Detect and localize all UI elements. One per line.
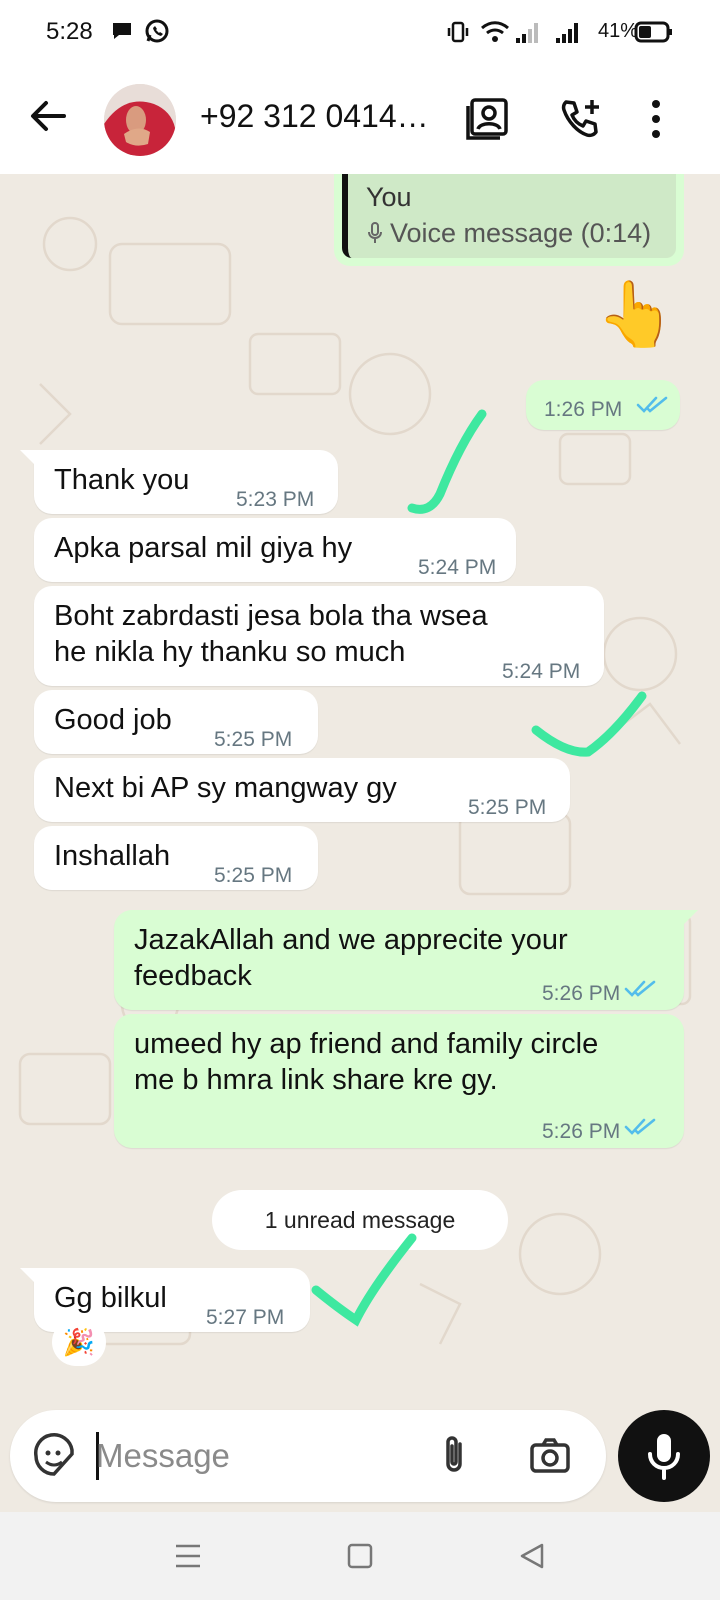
message-time: 5:27 PM	[206, 1306, 285, 1329]
message-in-4[interactable]: Good job 5:25 PM	[34, 690, 318, 754]
attach-icon[interactable]	[430, 1432, 478, 1480]
battery-icon	[634, 21, 672, 43]
message-reaction[interactable]: 🎉	[52, 1318, 106, 1366]
camera-icon[interactable]	[526, 1432, 574, 1480]
system-nav-bar	[0, 1512, 720, 1600]
message-out-timestamp[interactable]: 1:26 PM	[526, 380, 680, 430]
message-text: Next bi AP sy mangway gy	[54, 772, 397, 804]
message-time: 5:26 PM	[542, 982, 621, 1005]
chat-area[interactable]: You Voice message (0:14) 👆 1:26 PM Thank…	[0, 174, 720, 1390]
message-text: Thank you	[54, 464, 190, 496]
message-input[interactable]	[96, 1432, 426, 1480]
message-in-5[interactable]: Next bi AP sy mangway gy 5:25 PM	[34, 758, 570, 822]
message-text-line-1: JazakAllah and we apprecite your	[134, 924, 568, 956]
message-time: 1:26 PM	[544, 398, 623, 421]
more-vert-icon[interactable]	[644, 96, 668, 142]
quoted-message[interactable]: You Voice message (0:14)	[342, 174, 676, 258]
message-text-line-1: Boht zabrdasti jesa bola tha wsea	[54, 600, 488, 632]
signal-icon	[516, 23, 538, 43]
quoted-voice-message: Voice message (0:14)	[366, 218, 651, 249]
check-annotation-icon	[531, 691, 647, 757]
message-in-6[interactable]: Inshallah 5:25 PM	[34, 826, 318, 890]
quoted-body-text: Voice message (0:14)	[390, 218, 652, 248]
message-time: 5:25 PM	[214, 864, 293, 887]
message-text-line-1: umeed hy ap friend and family circle	[134, 1028, 599, 1060]
message-time: 5:24 PM	[418, 556, 497, 579]
add-call-icon[interactable]	[558, 96, 604, 142]
whatsapp-icon	[145, 19, 169, 43]
message-time: 5:25 PM	[214, 728, 293, 751]
wifi-icon	[481, 21, 509, 42]
mic-icon	[648, 1434, 680, 1480]
status-time: 5:28	[46, 18, 93, 45]
check-annotation-icon	[407, 409, 487, 514]
quoted-reply-bubble[interactable]: You Voice message (0:14)	[334, 174, 684, 266]
chat-header: +92 312 0414…	[0, 66, 720, 174]
status-bar: 5:28 41%	[0, 0, 720, 66]
back-triangle-icon[interactable]	[512, 1536, 552, 1576]
pointing-up-emoji: 👆	[596, 278, 676, 350]
mic-button[interactable]	[618, 1410, 710, 1502]
message-text: Inshallah	[54, 840, 171, 872]
contact-name[interactable]: +92 312 0414…	[200, 98, 429, 135]
read-ticks-icon	[624, 980, 656, 997]
mic-small-icon	[368, 222, 382, 243]
back-arrow-icon[interactable]	[26, 94, 70, 138]
message-out-2[interactable]: umeed hy ap friend and family circle me …	[114, 1014, 684, 1148]
quoted-sender: You	[366, 182, 412, 212]
avatar[interactable]	[104, 84, 176, 156]
menu-icon[interactable]	[168, 1536, 208, 1576]
message-text-line-2: he nikla hy thanku so much	[54, 636, 406, 668]
signal-icon	[556, 23, 578, 43]
home-square-icon[interactable]	[340, 1536, 380, 1576]
read-ticks-icon	[624, 1118, 656, 1135]
message-time: 5:23 PM	[236, 488, 315, 511]
chat-bubble-icon	[113, 23, 131, 39]
message-out-1[interactable]: JazakAllah and we apprecite your feedbac…	[114, 910, 698, 1010]
message-text-line-2: me b hmra link share kre gy.	[134, 1064, 498, 1096]
message-text: Apka parsal mil giya hy	[54, 532, 353, 564]
message-text-line-2: feedback	[134, 960, 252, 992]
vibrate-icon	[447, 21, 469, 43]
message-in-3[interactable]: Boht zabrdasti jesa bola tha wsea he nik…	[34, 586, 604, 686]
message-in-1[interactable]: Thank you 5:23 PM	[20, 450, 338, 514]
message-in-2[interactable]: Apka parsal mil giya hy 5:24 PM	[34, 518, 516, 582]
message-time: 5:25 PM	[468, 796, 547, 819]
message-text: Gg bilkul	[54, 1282, 167, 1314]
check-annotation-icon	[311, 1233, 417, 1327]
contact-card-icon[interactable]	[466, 96, 512, 142]
message-text: Good job	[54, 704, 172, 736]
sticker-icon[interactable]	[30, 1432, 78, 1480]
message-composer	[10, 1410, 606, 1502]
message-time: 5:26 PM	[542, 1120, 621, 1143]
battery-percent: 41%	[598, 20, 639, 42]
read-ticks-icon	[636, 396, 668, 413]
